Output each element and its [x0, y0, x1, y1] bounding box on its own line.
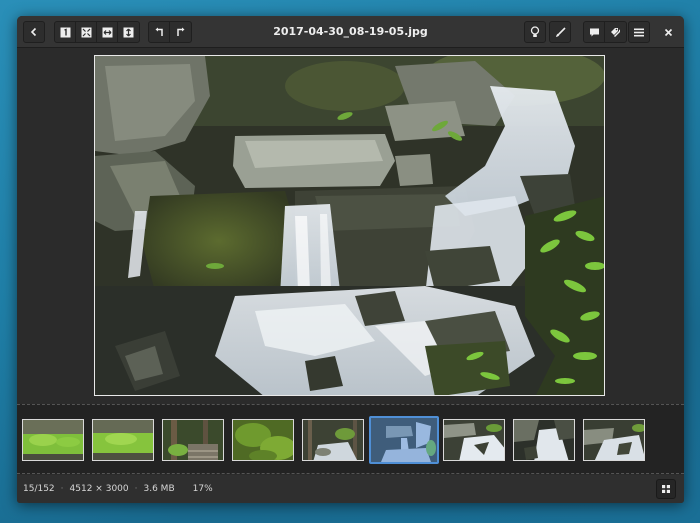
rotate-button-group — [148, 21, 192, 43]
tags-button[interactable] — [605, 22, 626, 42]
filmstrip-thumb[interactable] — [513, 419, 575, 461]
menu-icon — [634, 28, 644, 36]
image-viewer-window: 2017-04-30_08-19-05.jpg 15/152 · 4512 × … — [17, 16, 684, 503]
brush-icon — [555, 26, 566, 37]
zoom-button-group — [54, 21, 140, 43]
tags-icon — [611, 27, 620, 37]
menu-button[interactable] — [628, 21, 650, 43]
filmstrip-thumb[interactable] — [302, 419, 364, 461]
thumb-image — [444, 420, 504, 460]
zoom-fit-button[interactable] — [76, 22, 97, 42]
zoom-level: 17% — [192, 484, 213, 494]
edit-button[interactable] — [549, 21, 571, 43]
close-button[interactable] — [657, 21, 679, 43]
grid-icon — [662, 485, 670, 493]
rotate-right-icon — [177, 27, 185, 36]
thumb-image — [93, 420, 153, 460]
separator-dot: · — [134, 484, 138, 494]
fit-height-button[interactable] — [118, 22, 139, 42]
thumb-image — [163, 420, 223, 460]
rotate-left-icon — [155, 27, 163, 36]
thumb-image — [303, 420, 363, 460]
window-title: 2017-04-30_08-19-05.jpg — [273, 25, 428, 38]
gallery-toggle-button[interactable] — [656, 479, 676, 499]
thumb-image — [233, 420, 293, 460]
rotate-right-button[interactable] — [170, 22, 191, 42]
fit-width-icon — [102, 27, 112, 37]
header-bar: 2017-04-30_08-19-05.jpg — [17, 16, 684, 48]
close-icon — [664, 28, 672, 36]
filmstrip-thumb[interactable] — [22, 419, 84, 461]
status-bar: 15/152 · 4512 × 3000 · 3.6 MB 17% — [17, 475, 684, 503]
filmstrip-thumb[interactable] — [92, 419, 154, 461]
image-view-area[interactable] — [17, 48, 684, 404]
properties-button-group — [583, 21, 627, 43]
comment-icon — [589, 28, 599, 36]
thumb-image — [514, 420, 574, 460]
image-dimensions: 4512 × 3000 — [69, 484, 129, 494]
fit-height-icon — [123, 27, 134, 37]
filmstrip-thumb[interactable] — [232, 419, 294, 461]
back-button[interactable] — [23, 21, 45, 43]
lightbulb-icon — [530, 26, 540, 37]
rotate-left-button[interactable] — [149, 22, 170, 42]
fit-width-button[interactable] — [97, 22, 118, 42]
waterfall-photo — [95, 56, 604, 395]
zoom-fit-icon — [81, 27, 91, 37]
image-position: 15/152 — [23, 484, 55, 494]
filmstrip-thumb[interactable] — [162, 419, 224, 461]
thumb-image — [584, 420, 644, 460]
thumb-image — [23, 420, 83, 460]
lightbulb-button[interactable] — [524, 21, 546, 43]
separator-dot: · — [60, 484, 64, 494]
image-filesize: 3.6 MB — [143, 484, 175, 494]
filmstrip-thumb-selected[interactable] — [369, 416, 439, 464]
chevron-left-icon — [30, 27, 37, 37]
main-image[interactable] — [94, 55, 605, 396]
zoom-original-button[interactable] — [55, 22, 76, 42]
filmstrip-thumb[interactable] — [583, 419, 645, 461]
zoom-1-1-icon — [60, 27, 70, 37]
comment-button[interactable] — [584, 22, 605, 42]
filmstrip — [17, 404, 684, 474]
thumb-image — [371, 418, 437, 462]
filmstrip-thumb[interactable] — [443, 419, 505, 461]
